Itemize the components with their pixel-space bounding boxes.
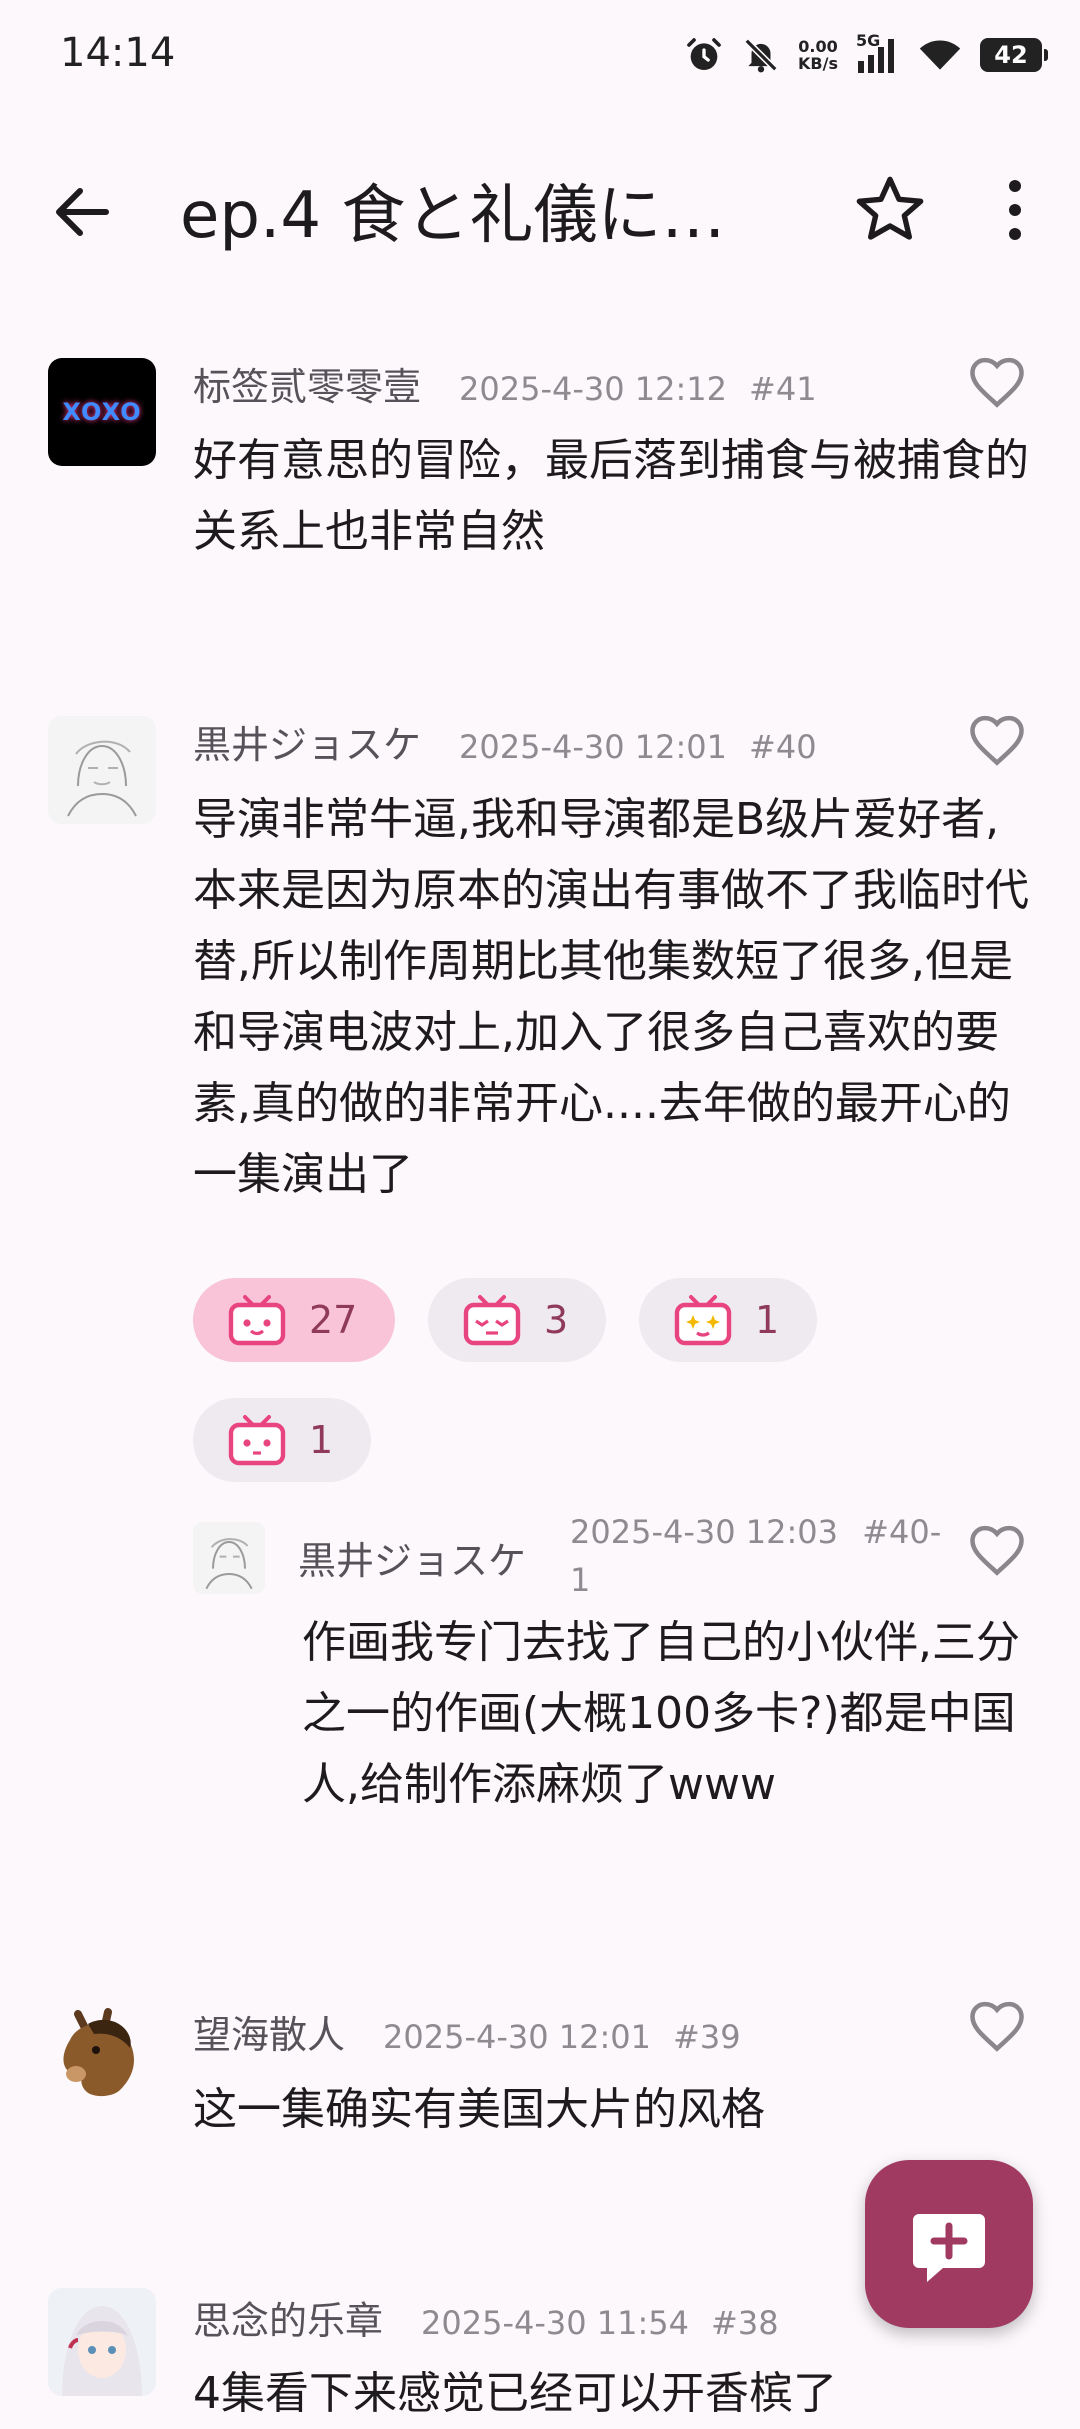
status-bar: 14:14 0.00 KB/s 5G 42: [0, 0, 1080, 110]
back-button[interactable]: [40, 172, 130, 252]
comment-meta: 黒井ジョスケ 2025-4-30 12:01 #40: [193, 714, 817, 769]
username[interactable]: 望海散人: [193, 2004, 345, 2059]
avatar[interactable]: [48, 716, 156, 824]
floor-number: #40-: [862, 1513, 942, 1551]
comment-text: 4集看下来感觉已经可以开香槟了: [193, 2368, 837, 2419]
reaction-chip[interactable]: 3: [428, 1278, 607, 1362]
page-title: ep.4 食と礼儀に…: [180, 179, 726, 253]
wifi-icon: [919, 40, 961, 70]
avatar-logo-text: XOXO: [62, 398, 142, 426]
avatar[interactable]: [48, 2000, 156, 2108]
avatar-anime-girl-image: [48, 2288, 156, 2396]
floor-number: #38: [711, 2304, 779, 2342]
net-speed: 0.00 KB/s: [798, 38, 838, 72]
more-vert-icon: [1009, 180, 1021, 240]
username[interactable]: 标签贰零零壹: [193, 356, 421, 411]
net-speed-unit: KB/s: [798, 54, 838, 73]
floor-number-cont: 1: [570, 1561, 591, 1599]
comment-time: 2025-4-30 12:01: [383, 2018, 652, 2056]
username[interactable]: 黒井ジョスケ: [298, 1530, 526, 1585]
comment-meta: 望海散人 2025-4-30 12:01 #39: [193, 2004, 741, 2059]
comment-time: 2025-4-30 12:01: [459, 728, 728, 766]
bilibili-tv-emoji-icon: [228, 1415, 286, 1466]
reaction-chip[interactable]: 1: [639, 1278, 818, 1362]
bilibili-tv-emoji-icon: [228, 1295, 286, 1346]
comment-time: 2025-4-30 12:03: [570, 1513, 838, 1551]
alarm-icon: [687, 38, 721, 70]
reaction-count: 27: [309, 1298, 358, 1342]
bilibili-tv-emoji-icon: [463, 1295, 521, 1346]
comment-meta: 标签贰零零壹 2025-4-30 12:12 #41: [193, 356, 817, 411]
comment-text: 导演非常牛逼,我和导演都是B级片爱好者,本来是因为原本的演出有事做不了我临时代替…: [193, 794, 1029, 1200]
heart-icon[interactable]: [965, 1518, 1029, 1582]
bilibili-tv-emoji-icon: [674, 1295, 732, 1346]
reaction-count: 3: [544, 1298, 569, 1342]
more-options-button[interactable]: [985, 170, 1045, 250]
avatar[interactable]: [48, 2288, 156, 2396]
comment-time: 2025-4-30 12:12: [459, 370, 728, 408]
avatar[interactable]: XOXO: [48, 358, 156, 466]
comment-time: 2025-4-30 11:54: [421, 2304, 690, 2342]
reply-avatar[interactable]: [193, 1522, 265, 1594]
add-comment-button[interactable]: [865, 2160, 1033, 2328]
status-time: 14:14: [60, 30, 176, 76]
reaction-count: 1: [309, 1418, 334, 1462]
star-outline-icon: [856, 176, 924, 240]
net-speed-value: 0.00: [798, 37, 838, 56]
username[interactable]: 思念的乐章: [193, 2290, 383, 2345]
comment-text: 这一集确实有美国大片的风格: [193, 2084, 765, 2135]
heart-icon[interactable]: [965, 708, 1029, 772]
heart-icon[interactable]: [965, 350, 1029, 414]
signal-icon: [858, 39, 894, 73]
battery-icon: 42: [980, 38, 1048, 72]
avatar-sketch-image: [48, 716, 156, 824]
top-app-bar: ep.4 食と礼儀に…: [0, 150, 1080, 270]
avatar-horse-emoji: [63, 2008, 134, 2097]
status-icons: 0.00 KB/s 5G 42: [684, 30, 1048, 80]
floor-number: #40: [749, 728, 817, 766]
heart-icon[interactable]: [965, 1994, 1029, 2058]
reaction-chip[interactable]: 1: [193, 1398, 372, 1482]
username[interactable]: 黒井ジョスケ: [193, 714, 421, 769]
reaction-chip[interactable]: 27: [193, 1278, 396, 1362]
cell-signal: 5G: [856, 31, 900, 75]
floor-number: #39: [673, 2018, 741, 2056]
avatar-sketch-image: [193, 1522, 265, 1594]
add-comment-icon: [913, 2214, 985, 2282]
favorite-button[interactable]: [850, 170, 930, 250]
floor-number: #41: [749, 370, 817, 408]
bell-off-icon: [744, 38, 778, 73]
back-arrow-icon: [56, 188, 109, 236]
reaction-count: 1: [755, 1298, 780, 1342]
reply-meta: 黒井ジョスケ: [298, 1530, 526, 1585]
reply-time-floor: 2025-4-30 12:03 #40- 1: [570, 1508, 941, 1604]
comment-meta: 思念的乐章 2025-4-30 11:54 #38: [193, 2290, 779, 2345]
comment-text: 好有意思的冒险，最后落到捕食与被捕食的关系上也非常自然: [193, 435, 1029, 557]
reply-text: 作画我专门去找了自己的小伙伴,三分之一的作画(大概100多卡?)都是中国人,给制…: [302, 1617, 1020, 1810]
